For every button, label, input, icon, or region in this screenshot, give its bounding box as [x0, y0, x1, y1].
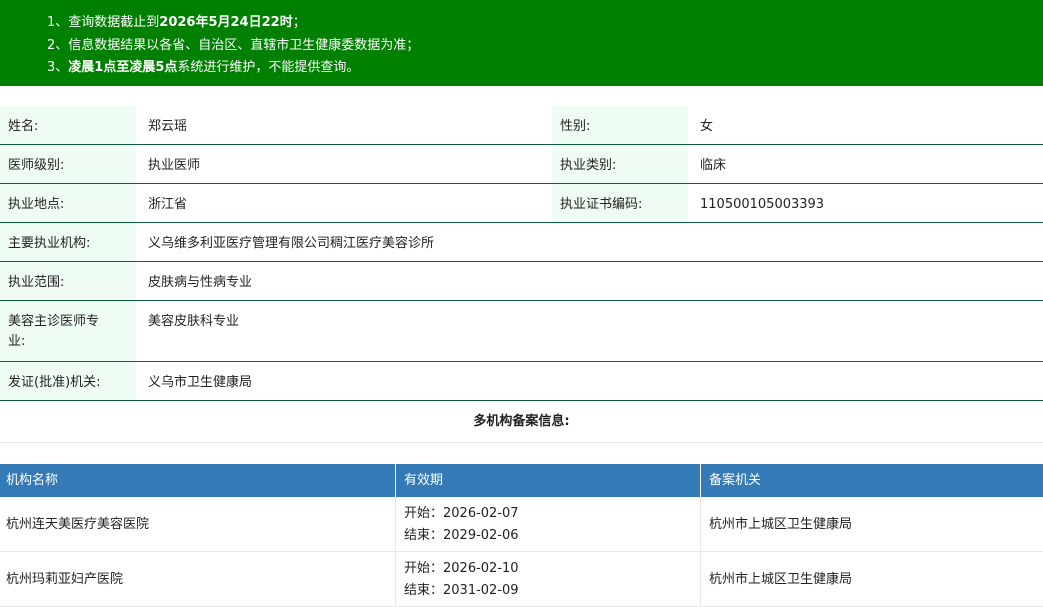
multi-institution-table: 机构名称 有效期 备案机关 杭州连天美医疗美容医院 开始：2026-02-07 … — [0, 464, 1043, 607]
level-value: 执业医师 — [148, 158, 201, 173]
info-row-cosmetic: 美容主诊医师专 业: 美容皮肤科专业 — [0, 301, 1043, 362]
row-validity: 开始：2026-02-10 结束：2031-02-09 — [396, 552, 701, 607]
issuer-value: 义乌市卫生健康局 — [148, 375, 253, 390]
validity-end: 结束：2029-02-06 — [404, 528, 519, 543]
multi-institution-title: 多机构备案信息: — [0, 401, 1043, 443]
notice-line-2: 2、信息数据结果以各省、自治区、直辖市卫生健康委数据为准； — [47, 34, 419, 53]
cosmetic-label-line-1: 美容主诊医师专 — [8, 314, 100, 329]
location-value: 浙江省 — [148, 197, 188, 212]
validity-start: 开始：2026-02-07 — [404, 506, 519, 521]
validity-end: 结束：2031-02-09 — [404, 583, 519, 598]
org-value: 义乌维多利亚医疗管理有限公司稠江医疗美容诊所 — [148, 236, 435, 251]
scope-label: 执业范围: — [0, 262, 136, 300]
issuer-label: 发证(批准)机关: — [0, 362, 136, 400]
notice-text: 系统进行维护，不能提供查询。 — [177, 60, 360, 75]
header-authority: 备案机关 — [709, 473, 762, 488]
category-value: 临床 — [700, 158, 727, 173]
table-row: 杭州玛莉亚妇产医院 开始：2026-02-10 结束：2031-02-09 杭州… — [0, 552, 1043, 607]
name-value: 郑云瑶 — [148, 119, 188, 134]
category-label: 执业类别: — [552, 145, 688, 183]
notice-maintenance-time: 凌晨1点至凌晨5点 — [68, 60, 178, 75]
table-row: 杭州连天美医疗美容医院 开始：2026-02-07 结束：2029-02-06 … — [0, 497, 1043, 552]
info-row-scope: 执业范围: 皮肤病与性病专业 — [0, 262, 1043, 301]
cosmetic-label-line-2: 业: — [8, 334, 26, 349]
table-header: 机构名称 有效期 备案机关 — [0, 464, 1043, 497]
cert-label: 执业证书编码: — [552, 184, 688, 222]
notice-text: 1、查询数据截止到 — [47, 15, 160, 30]
gender-label: 性别: — [552, 106, 688, 144]
doctor-info-table: 姓名: 郑云瑶 性别: 女 医师级别: 执业医师 执业类别: 临床 执业地点: … — [0, 106, 1043, 401]
gender-value: 女 — [700, 119, 714, 134]
row-authority: 杭州市上城区卫生健康局 — [709, 517, 853, 532]
notice-line-3: 3、凌晨1点至凌晨5点系统进行维护，不能提供查询。 — [47, 56, 359, 75]
row-org-name: 杭州连天美医疗美容医院 — [0, 497, 396, 552]
header-validity: 有效期 — [396, 464, 701, 497]
name-label: 姓名: — [0, 106, 136, 144]
notice-date: 2026年5月24日22时 — [159, 15, 293, 30]
notice-text: 3、 — [47, 60, 69, 75]
validity-start: 开始：2026-02-10 — [404, 561, 519, 576]
info-row-name-gender: 姓名: 郑云瑶 性别: 女 — [0, 106, 1043, 145]
cert-value: 110500105003393 — [700, 197, 825, 212]
notice-line-1: 1、查询数据截止到2026年5月24日22时； — [47, 11, 306, 30]
info-row-location-cert: 执业地点: 浙江省 执业证书编码: 110500105003393 — [0, 184, 1043, 223]
notice-text: ； — [292, 15, 306, 30]
row-org-name: 杭州玛莉亚妇产医院 — [0, 552, 396, 607]
row-validity: 开始：2026-02-07 结束：2029-02-06 — [396, 497, 701, 552]
cosmetic-value: 美容皮肤科专业 — [148, 314, 240, 329]
cosmetic-label: 美容主诊医师专 业: — [0, 301, 136, 361]
org-label: 主要执业机构: — [0, 223, 136, 261]
row-authority: 杭州市上城区卫生健康局 — [709, 572, 853, 587]
notice-text: 2、信息数据结果以各省、自治区、直辖市卫生健康委数据为准； — [47, 38, 420, 53]
scope-value: 皮肤病与性病专业 — [148, 275, 253, 290]
location-label: 执业地点: — [0, 184, 136, 222]
header-org-name: 机构名称 — [0, 464, 396, 497]
level-label: 医师级别: — [0, 145, 136, 183]
info-row-level-category: 医师级别: 执业医师 执业类别: 临床 — [0, 145, 1043, 184]
info-row-issuer: 发证(批准)机关: 义乌市卫生健康局 — [0, 362, 1043, 401]
info-row-org: 主要执业机构: 义乌维多利亚医疗管理有限公司稠江医疗美容诊所 — [0, 223, 1043, 262]
notice-banner: 1、查询数据截止到2026年5月24日22时； 2、信息数据结果以各省、自治区、… — [0, 0, 1043, 86]
